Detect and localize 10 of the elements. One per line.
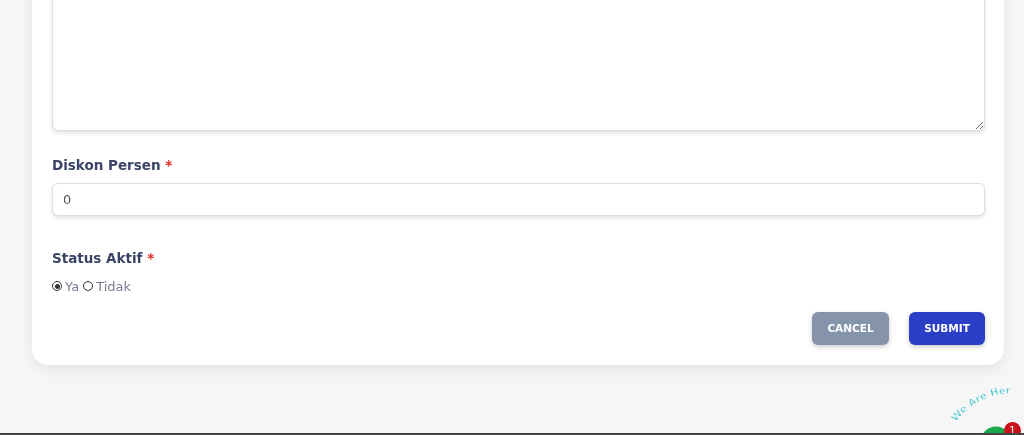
text-input[interactable]: 0 [52,183,985,217]
required-mark: * [147,250,155,267]
cancel-button[interactable]: CANCEL [812,312,889,345]
submit-button[interactable]: SUBMIT [909,312,985,345]
chat-caption: We Are Her [949,384,1011,424]
radio-option[interactable]: Tidak [83,276,132,296]
radio-option[interactable]: Ya [52,276,80,296]
field-label: Status Aktif [52,250,143,267]
required-mark: * [165,157,173,173]
field-label: Diskon Persen [52,157,161,173]
